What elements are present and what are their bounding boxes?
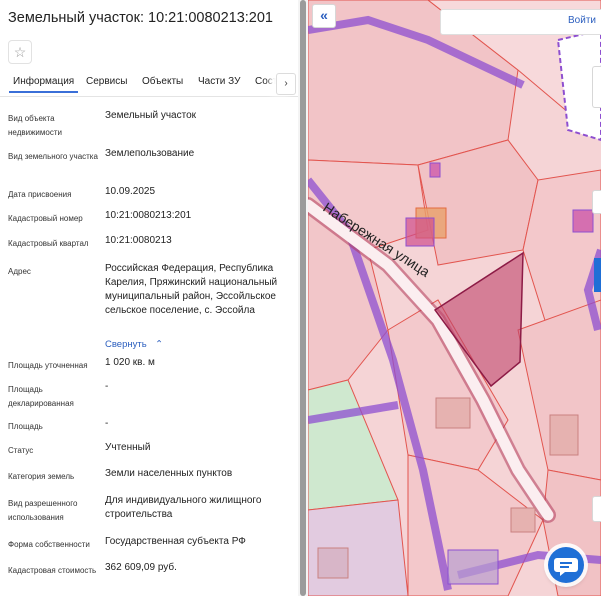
detail-label: Вид объекта недвижимости xyxy=(8,114,62,137)
cadastral-map[interactable]: Набережная улица xyxy=(308,0,601,596)
tabs-next-button[interactable]: › xyxy=(276,73,296,95)
map-canvas[interactable]: Набережная улица xyxy=(308,0,601,596)
star-icon[interactable]: ☆ xyxy=(8,40,32,64)
info-panel: Земельный участок: 10:21:0080213:201 ☆ И… xyxy=(0,0,298,596)
building xyxy=(317,547,349,579)
chat-bubble-icon xyxy=(554,558,578,576)
detail-label: Площадь уточненная xyxy=(8,361,88,370)
detail-value: Учтенный xyxy=(105,442,151,453)
building xyxy=(510,507,536,533)
detail-label: Кадастровый квартал xyxy=(8,239,89,248)
detail-label: Дата присвоения xyxy=(8,190,72,199)
detail-value: Земельный участок xyxy=(105,110,197,121)
login-button[interactable]: Войти xyxy=(440,9,601,35)
collapse-link[interactable]: Свернуть ⌃ xyxy=(105,334,163,352)
building xyxy=(447,549,499,585)
building xyxy=(429,162,441,178)
chevron-up-icon: ⌃ xyxy=(155,339,164,350)
tab-info[interactable]: Информация xyxy=(8,76,79,93)
detail-value: 362 609,09 руб. xyxy=(105,562,177,573)
detail-value: - xyxy=(105,381,109,392)
login-button-label[interactable]: Войти xyxy=(568,15,596,26)
detail-value: Государственная субъекта РФ xyxy=(105,536,246,547)
tab-services[interactable]: Сервисы xyxy=(86,76,127,87)
page-title: Земельный участок: 10:21:0080213:201 xyxy=(8,10,273,26)
detail-label: Форма собственности xyxy=(8,540,90,549)
map-side-control[interactable] xyxy=(592,190,601,214)
building xyxy=(572,209,594,233)
chat-button[interactable] xyxy=(548,547,584,583)
collapse-link-label[interactable]: Свернуть xyxy=(105,339,147,350)
tab-state[interactable]: Сост xyxy=(255,76,277,87)
panel-scrollbar-thumb[interactable] xyxy=(300,0,306,596)
tab-bar: Информация Сервисы Объекты Части ЗУ Сост… xyxy=(0,72,298,97)
detail-value: Земли населенных пунктов xyxy=(105,468,233,479)
collapse-panel-button[interactable]: « xyxy=(312,4,336,28)
map-side-control[interactable] xyxy=(592,66,601,108)
tab-parts[interactable]: Части ЗУ xyxy=(198,76,240,87)
detail-label: Категория земель xyxy=(8,472,75,481)
detail-label: Вид разрешенного использования xyxy=(8,499,78,522)
map-marker[interactable] xyxy=(594,258,601,292)
detail-label: Статус xyxy=(8,446,34,455)
detail-label: Вид земельного участка xyxy=(8,152,98,161)
map-side-control[interactable] xyxy=(592,496,601,522)
detail-label: Кадастровая стоимость xyxy=(8,566,97,575)
detail-label: Кадастровый номер xyxy=(8,214,83,223)
detail-value: 10:21:0080213:201 xyxy=(105,210,192,221)
detail-label: Адрес xyxy=(8,267,31,276)
building xyxy=(435,397,471,429)
detail-value: 10.09.2025 xyxy=(105,186,156,197)
detail-value: Землепользование xyxy=(105,148,195,159)
detail-value: Российская Федерация, Республика Карелия… xyxy=(105,263,278,316)
detail-label: Площадь xyxy=(8,422,43,431)
building xyxy=(549,414,579,456)
detail-value: - xyxy=(105,418,109,429)
building xyxy=(405,217,435,247)
detail-value: 1 020 кв. м xyxy=(105,357,155,368)
tab-objects[interactable]: Объекты xyxy=(142,76,183,87)
detail-label: Площадь декларированная xyxy=(8,385,74,408)
detail-value: Для индивидуального жилищного строительс… xyxy=(105,495,262,520)
detail-value: 10:21:0080213 xyxy=(105,235,172,246)
